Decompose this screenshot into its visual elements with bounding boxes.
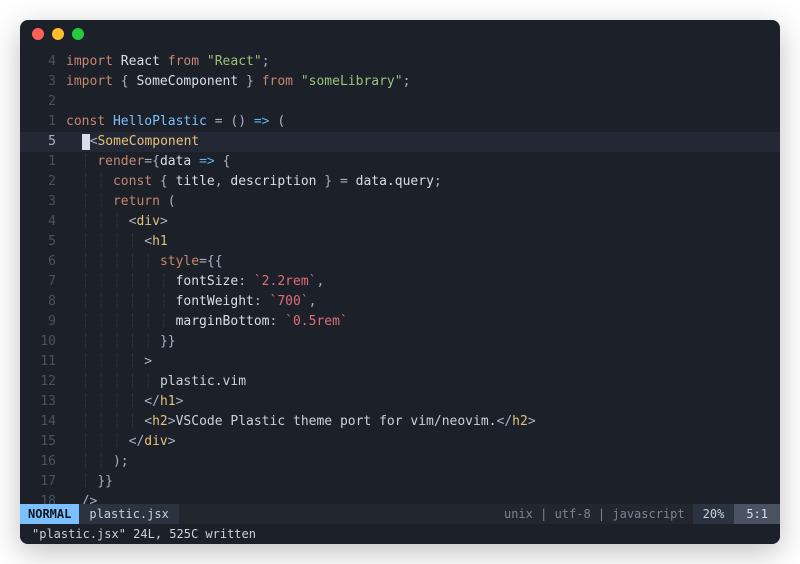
cursor xyxy=(82,134,90,150)
gutter: 18 xyxy=(20,492,66,504)
gutter: 2 xyxy=(20,172,66,192)
code-line: ┆ ┆ ┆ ┆ ┆ ┆ fontSize: `2.2rem`, xyxy=(66,272,780,292)
gutter: 14 xyxy=(20,412,66,432)
gutter: 9 xyxy=(20,312,66,332)
minimize-icon[interactable] xyxy=(52,28,64,40)
gutter: 6 xyxy=(20,252,66,272)
gutter: 3 xyxy=(20,72,66,92)
code-line: ┆ ┆ ┆ ┆ </h1> xyxy=(66,392,780,412)
code-line xyxy=(66,92,780,112)
gutter: 7 xyxy=(20,272,66,292)
gutter: 11 xyxy=(20,352,66,372)
code-line: ┆ render={data => { xyxy=(66,152,780,172)
code-line: ┆ ┆ ┆ ┆ ┆ style={{ xyxy=(66,252,780,272)
code-line: ┆ ┆ ┆ <div> xyxy=(66,212,780,232)
code-line: ┆ ┆ ┆ ┆ > xyxy=(66,352,780,372)
code-line: import React from "React"; xyxy=(66,52,780,72)
gutter: 17 xyxy=(20,472,66,492)
close-icon[interactable] xyxy=(32,28,44,40)
gutter: 5 xyxy=(20,232,66,252)
code-line: ┆ ┆ ┆ ┆ ┆ ┆ marginBottom: `0.5rem` xyxy=(66,312,780,332)
gutter: 15 xyxy=(20,432,66,452)
code-line: ┆ ┆ ┆ ┆ ┆ plastic.vim xyxy=(66,372,780,392)
gutter: 8 xyxy=(20,292,66,312)
code-line: ┆ ┆ ┆ ┆ <h1 xyxy=(66,232,780,252)
maximize-icon[interactable] xyxy=(72,28,84,40)
gutter: 13 xyxy=(20,392,66,412)
status-format: unix | utf-8 | javascript xyxy=(496,507,693,521)
code-line: ┆ }} xyxy=(66,472,780,492)
code-line: ┆ ┆ const { title, description } = data.… xyxy=(66,172,780,192)
gutter: 2 xyxy=(20,92,66,112)
code-line: <SomeComponent xyxy=(66,132,780,152)
code-line: ┆ ┆ ┆ ┆ ┆ }} xyxy=(66,332,780,352)
code-line: /> xyxy=(66,492,780,504)
gutter: 3 xyxy=(20,192,66,212)
status-position: 5:1 xyxy=(734,504,780,524)
code-line: import { SomeComponent } from "someLibra… xyxy=(66,72,780,92)
gutter: 1 xyxy=(20,152,66,172)
gutter: 16 xyxy=(20,452,66,472)
command-message: "plastic.jsx" 24L, 525C written xyxy=(20,524,780,544)
statusbar: NORMAL plastic.jsx unix | utf-8 | javasc… xyxy=(20,504,780,524)
code-line: ┆ ┆ return ( xyxy=(66,192,780,212)
code-line: ┆ ┆ ┆ ┆ ┆ ┆ fontWeight: `700`, xyxy=(66,292,780,312)
gutter: 4 xyxy=(20,52,66,72)
status-filename: plastic.jsx xyxy=(79,504,178,524)
code-line: ┆ ┆ ┆ ┆ <h2>VSCode Plastic theme port fo… xyxy=(66,412,780,432)
editor[interactable]: 4import React from "React"; 3import { So… xyxy=(20,48,780,504)
gutter: 5 xyxy=(20,132,66,152)
gutter: 12 xyxy=(20,372,66,392)
vim-mode: NORMAL xyxy=(20,504,79,524)
status-percent: 20% xyxy=(693,504,735,524)
code-line: const HelloPlastic = () => ( xyxy=(66,112,780,132)
code-line: ┆ ┆ ); xyxy=(66,452,780,472)
gutter: 10 xyxy=(20,332,66,352)
terminal-window: 4import React from "React"; 3import { So… xyxy=(20,20,780,544)
titlebar xyxy=(20,20,780,48)
gutter: 4 xyxy=(20,212,66,232)
code-line: ┆ ┆ ┆ </div> xyxy=(66,432,780,452)
gutter: 1 xyxy=(20,112,66,132)
